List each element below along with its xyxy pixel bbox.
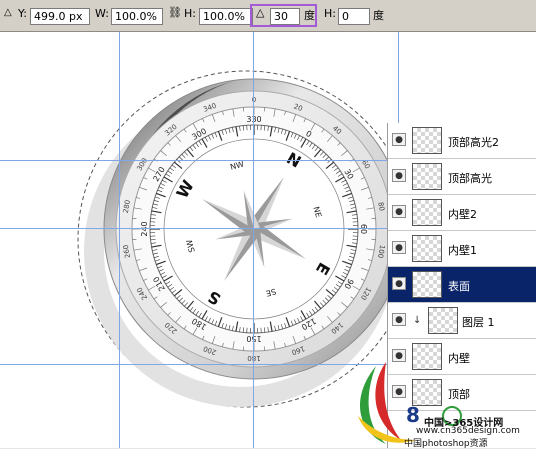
link-icon[interactable]: ⛓	[168, 6, 182, 19]
skew-h-input[interactable]: 0	[338, 8, 370, 25]
watermark-logo: 8 中国>365设计网 www.cn365design.com 中国photos…	[346, 356, 536, 448]
layer-name: 内壁2	[448, 206, 477, 222]
eye-icon[interactable]: ●	[392, 169, 406, 182]
transform-options-bar: △ Y: 499.0 px W: 100.0% ⛓ H: 100.0% △ 30…	[0, 0, 536, 32]
h-label: H:	[184, 7, 196, 20]
skew-h-label: H:	[324, 7, 336, 20]
layer-row[interactable]: ● ↓ 图层 1	[388, 303, 536, 339]
reference-point-icon[interactable]: △	[4, 7, 12, 18]
svg-text:8: 8	[406, 403, 420, 427]
inner-degree-label: 60	[359, 224, 368, 234]
layer-name: 图层 1	[462, 314, 495, 330]
inner-degree-label: 330	[246, 115, 261, 124]
eye-icon[interactable]: ●	[392, 241, 406, 254]
w-label: W:	[95, 7, 109, 20]
height-input[interactable]: 100.0%	[199, 8, 253, 25]
layer-thumbnail	[412, 235, 442, 262]
watermark-line3: 中国photoshop资源	[404, 436, 488, 449]
watermark-line2: www.cn365design.com	[416, 426, 520, 436]
layer-row-selected[interactable]: ● 表面	[388, 267, 536, 303]
layer-thumbnail	[412, 199, 442, 226]
layer-name: 顶部高光2	[448, 134, 499, 150]
inner-degree-label: 240	[140, 221, 149, 236]
layer-thumbnail	[412, 271, 442, 298]
layer-thumbnail	[428, 307, 458, 334]
guide-vertical[interactable]	[253, 32, 254, 448]
layer-row[interactable]: ● 顶部高光2	[388, 123, 536, 159]
guide-vertical[interactable]	[119, 32, 120, 448]
layer-row[interactable]: ● 内壁1	[388, 231, 536, 267]
layer-thumbnail	[412, 163, 442, 190]
outer-degree-label: 80	[376, 202, 385, 212]
eye-icon[interactable]: ●	[392, 133, 406, 146]
width-input[interactable]: 100.0%	[111, 8, 163, 25]
y-input[interactable]: 499.0 px	[30, 8, 90, 25]
angle-unit: 度	[304, 7, 315, 23]
eye-icon[interactable]: ●	[392, 277, 406, 290]
angle-icon: △	[256, 6, 264, 19]
y-label: Y:	[18, 7, 27, 20]
skew-unit: 度	[373, 7, 384, 23]
layer-name: 内壁1	[448, 242, 477, 258]
outer-degree-label: 180	[247, 354, 260, 362]
layer-row[interactable]: ● 内壁2	[388, 195, 536, 231]
layer-row[interactable]: ● 顶部高光	[388, 159, 536, 195]
rotation-angle-input[interactable]: 30	[270, 8, 300, 25]
clipping-mask-icon: ↓	[413, 315, 421, 326]
layer-name: 表面	[448, 278, 470, 294]
layer-name: 顶部高光	[448, 170, 492, 186]
eye-icon[interactable]: ●	[392, 313, 406, 326]
layer-thumbnail	[412, 127, 442, 154]
inner-degree-label: 150	[246, 334, 261, 343]
eye-icon[interactable]: ●	[392, 205, 406, 218]
